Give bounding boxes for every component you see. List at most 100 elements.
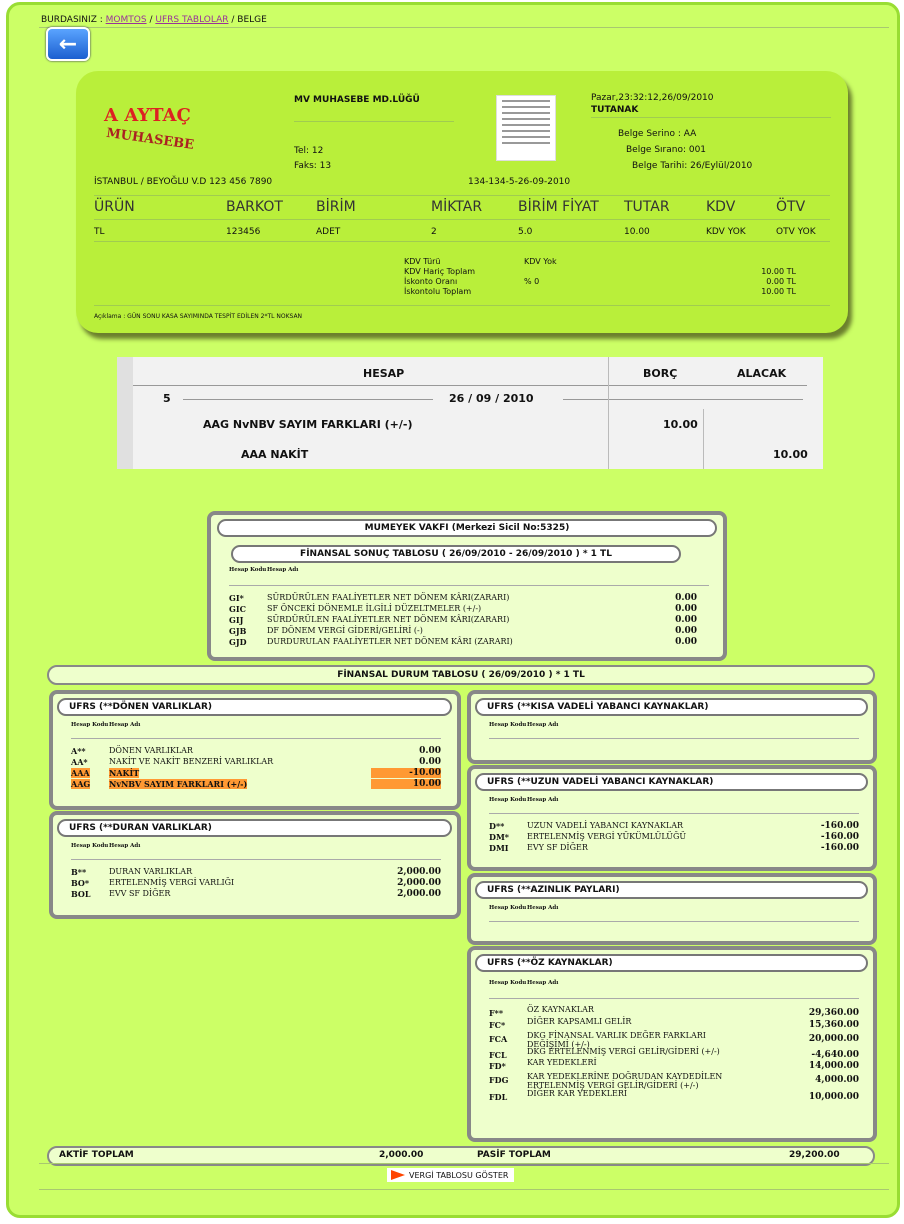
- col-header-code: Hesap Kodu: [489, 722, 527, 728]
- breadcrumb-link-ufrs[interactable]: UFRS TABLOLAR: [155, 15, 228, 25]
- receipt-card: A AYTAÇ MUHASEBE MV MUHASEBE MD.LÜĞÜ Tel…: [76, 71, 848, 333]
- minority-panel: UFRS (**AZINLIK PAYLARI) Hesap Kodu Hesa…: [467, 873, 877, 945]
- account-amount: -160.00: [820, 843, 859, 853]
- ledger-header-debit: BORÇ: [643, 367, 678, 380]
- short-liabilities-panel: UFRS (**KISA VADELİ YABANCI KAYNAKLAR) H…: [467, 690, 877, 764]
- account-amount: -4,640.00: [811, 1050, 859, 1060]
- current-assets-title: UFRS (**DÖNEN VARLIKLAR): [57, 698, 452, 716]
- doc-type: TUTANAK: [591, 105, 639, 115]
- col-header-name: Hesap Adı: [109, 722, 141, 728]
- divider: [39, 1163, 889, 1164]
- account-name: DURAN VARLIKLAR: [109, 867, 193, 876]
- doc-order: Belge Sırano: 001: [626, 145, 707, 155]
- fixed-assets-title: UFRS (**DURAN VARLIKLAR): [57, 819, 452, 837]
- divider: [608, 357, 609, 469]
- breadcrumb-link-momtos[interactable]: MOMTOS: [106, 15, 147, 25]
- ledger-line-account: AAG NvNBV SAYIM FARKLARI (+/-): [203, 418, 413, 431]
- equity-title: UFRS (**ÖZ KAYNAKLAR): [475, 954, 868, 972]
- account-code: AAG: [71, 779, 91, 789]
- divider: [489, 921, 859, 922]
- account-name: DİĞER KAR YEDEKLERİ: [527, 1089, 628, 1098]
- svg-text:MUHASEBE: MUHASEBE: [105, 126, 195, 151]
- current-assets-panel: UFRS (**DÖNEN VARLIKLAR) Hesap Kodu Hesa…: [49, 690, 461, 810]
- col-header-name: Hesap Adı: [527, 722, 559, 728]
- back-button[interactable]: ←: [46, 27, 90, 61]
- journal-ledger: HESAP BORÇ ALACAK 5 26 / 09 / 2010 AAG N…: [117, 357, 823, 469]
- doc-code: 134-134-5-26-09-2010: [468, 177, 571, 187]
- breadcrumb-current: BELGE: [237, 15, 267, 25]
- account-name: DÖNEN VARLIKLAR: [109, 746, 193, 755]
- account-code: BO*: [71, 878, 90, 888]
- org-title: MUMEYEK VAKFI (Merkezi Sicil No:5325): [217, 519, 717, 537]
- account-code: D**: [489, 821, 505, 831]
- active-total-value: 2,000.00: [379, 1150, 424, 1160]
- account-amount: 0.00: [675, 637, 697, 647]
- item-cell: KDV YOK: [706, 227, 746, 237]
- ledger-entry-no: 5: [163, 392, 171, 405]
- passive-total-value: 29,200.00: [789, 1150, 840, 1160]
- play-arrow-icon: [391, 1170, 405, 1180]
- account-amount: 4,000.00: [815, 1075, 859, 1085]
- breadcrumb: BURDASINIZ : MOMTOS / UFRS TABLOLAR / BE…: [41, 15, 267, 25]
- account-amount: 0.00: [675, 593, 697, 603]
- ledger-header-credit: ALACAK: [737, 367, 787, 380]
- doc-serial: Belge Serino : AA: [618, 129, 697, 139]
- breadcrumb-sep: /: [231, 15, 235, 25]
- ledger-line-credit: 10.00: [773, 448, 808, 461]
- account-amount: 0.00: [675, 604, 697, 614]
- divider: [94, 219, 830, 220]
- summary-value: 10.00 TL: [761, 287, 796, 296]
- account-code: GI*: [229, 593, 244, 603]
- divider: [489, 738, 859, 739]
- col-header-code: Hesap Kodu: [489, 980, 527, 986]
- page-frame: BURDASINIZ : MOMTOS / UFRS TABLOLAR / BE…: [6, 2, 900, 1218]
- item-column-header: BİRİM: [316, 199, 356, 215]
- account-amount: -160.00: [820, 832, 859, 842]
- divider: [133, 385, 807, 386]
- col-header-code: Hesap Kodu: [489, 905, 527, 911]
- divider: [703, 409, 704, 469]
- tax-table-button-label: VERGİ TABLOSU GÖSTER: [409, 1170, 509, 1180]
- passive-total-label: PASİF TOPLAM: [477, 1150, 551, 1160]
- col-header-name: Hesap Adı: [109, 843, 141, 849]
- ledger-line-debit: 10.00: [663, 418, 698, 431]
- account-amount: 0.00: [675, 626, 697, 636]
- account-code: DMI: [489, 843, 509, 853]
- divider: [489, 998, 859, 999]
- account-name: ERTELENMİŞ VERGİ VARLIĞI: [109, 878, 235, 887]
- breadcrumb-sep: /: [149, 15, 153, 25]
- account-code: FCL: [489, 1050, 507, 1060]
- arrow-left-icon: ←: [58, 31, 78, 57]
- account-code: GJB: [229, 626, 247, 636]
- account-name: ERTELENMİŞ VERGİ YÜKÜMLÜLÜĞÜ: [527, 832, 687, 841]
- divider: [71, 859, 441, 860]
- svg-text:A AYTAÇ: A AYTAÇ: [103, 105, 191, 126]
- divider: [591, 117, 831, 118]
- account-amount: 29,360.00: [808, 1008, 859, 1018]
- account-name: NvNBV SAYIM FARKLARI (+/-): [109, 779, 248, 789]
- divider: [39, 1189, 889, 1190]
- divider: [563, 399, 803, 400]
- account-amount: -10.00: [371, 768, 441, 778]
- account-name: EVY SF DİĞER: [527, 843, 588, 852]
- item-cell: 10.00: [624, 227, 650, 237]
- account-code: GIC: [229, 604, 246, 614]
- divider: [94, 195, 830, 196]
- breadcrumb-prefix: BURDASINIZ :: [41, 15, 103, 25]
- summary-label: KDV Türü: [404, 257, 441, 266]
- item-column-header: BARKOT: [226, 199, 283, 215]
- item-cell: 123456: [226, 227, 261, 237]
- ledger-header-account: HESAP: [363, 367, 405, 380]
- item-cell: ADET: [316, 227, 341, 237]
- col-header-name: Hesap Adı: [527, 797, 559, 803]
- active-total-label: AKTİF TOPLAM: [59, 1150, 134, 1160]
- tax-table-button[interactable]: VERGİ TABLOSU GÖSTER: [387, 1168, 515, 1182]
- minority-title: UFRS (**AZINLIK PAYLARI): [475, 881, 868, 899]
- equity-panel: UFRS (**ÖZ KAYNAKLAR) Hesap Kodu Hesap A…: [467, 946, 877, 1142]
- summary-value: 10.00 TL: [761, 267, 796, 276]
- faks: Faks: 13: [294, 161, 332, 171]
- address: İSTANBUL / BEYOĞLU V.D 123 456 7890: [94, 177, 273, 187]
- account-name: UZUN VADELİ YABANCI KAYNAKLAR: [527, 821, 684, 830]
- divider: [94, 241, 830, 242]
- doc-datetime: Pazar,23:32:12,26/09/2010: [591, 93, 714, 103]
